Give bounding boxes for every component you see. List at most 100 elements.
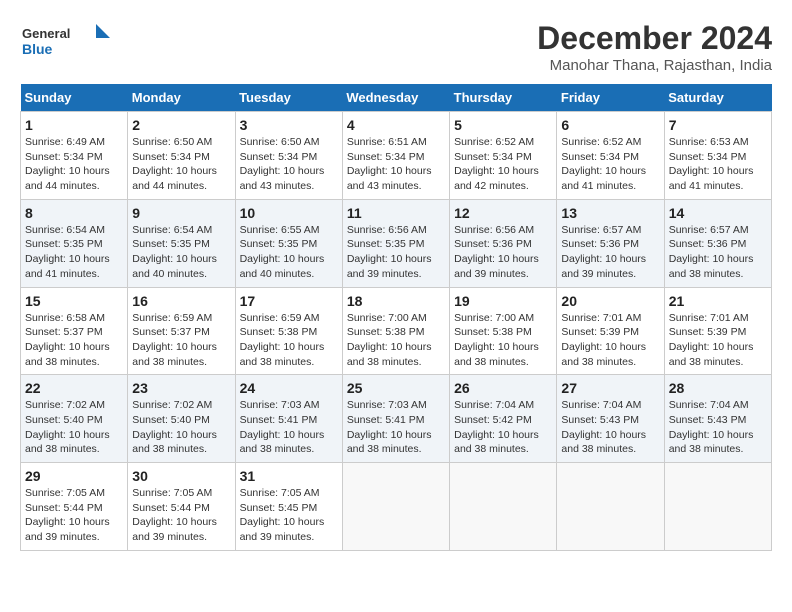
day-number: 13 <box>561 205 659 221</box>
day-number: 21 <box>669 293 767 309</box>
cell-info: Sunrise: 6:53 AMSunset: 5:34 PMDaylight:… <box>669 135 767 194</box>
header-row: Sunday Monday Tuesday Wednesday Thursday… <box>21 84 772 112</box>
day-number: 29 <box>25 468 123 484</box>
calendar-cell: 28 Sunrise: 7:04 AMSunset: 5:43 PMDayligh… <box>664 375 771 463</box>
calendar-cell: 23 Sunrise: 7:02 AMSunset: 5:40 PMDayligh… <box>128 375 235 463</box>
calendar-cell: 13 Sunrise: 6:57 AMSunset: 5:36 PMDayligh… <box>557 199 664 287</box>
header-sunday: Sunday <box>21 84 128 112</box>
location-subtitle: Manohar Thana, Rajasthan, India <box>537 57 772 74</box>
cell-info: Sunrise: 7:00 AMSunset: 5:38 PMDaylight:… <box>347 311 445 370</box>
day-number: 26 <box>454 380 552 396</box>
calendar-week-row: 8 Sunrise: 6:54 AMSunset: 5:35 PMDaylight… <box>21 199 772 287</box>
day-number: 9 <box>132 205 230 221</box>
calendar-cell <box>450 463 557 551</box>
header-saturday: Saturday <box>664 84 771 112</box>
logo: General Blue <box>20 20 110 60</box>
calendar-cell <box>664 463 771 551</box>
cell-info: Sunrise: 6:58 AMSunset: 5:37 PMDaylight:… <box>25 311 123 370</box>
cell-info: Sunrise: 6:52 AMSunset: 5:34 PMDaylight:… <box>561 135 659 194</box>
day-number: 24 <box>240 380 338 396</box>
header-thursday: Thursday <box>450 84 557 112</box>
logo-icon: General Blue <box>20 20 110 60</box>
svg-text:General: General <box>22 26 70 41</box>
day-number: 25 <box>347 380 445 396</box>
day-number: 23 <box>132 380 230 396</box>
day-number: 31 <box>240 468 338 484</box>
cell-info: Sunrise: 7:05 AMSunset: 5:44 PMDaylight:… <box>25 486 123 545</box>
header-tuesday: Tuesday <box>235 84 342 112</box>
day-number: 19 <box>454 293 552 309</box>
cell-info: Sunrise: 7:01 AMSunset: 5:39 PMDaylight:… <box>669 311 767 370</box>
calendar-week-row: 29 Sunrise: 7:05 AMSunset: 5:44 PMDayligh… <box>21 463 772 551</box>
day-number: 30 <box>132 468 230 484</box>
day-number: 8 <box>25 205 123 221</box>
calendar-cell: 26Sunrise: 7:04 AMSunset: 5:42 PMDayligh… <box>450 375 557 463</box>
cell-info: Sunrise: 6:57 AMSunset: 5:36 PMDaylight:… <box>561 223 659 282</box>
header-wednesday: Wednesday <box>342 84 449 112</box>
calendar-cell: 18 Sunrise: 7:00 AMSunset: 5:38 PMDayligh… <box>342 287 449 375</box>
day-number: 28 <box>669 380 767 396</box>
calendar-cell: 24Sunrise: 7:03 AMSunset: 5:41 PMDayligh… <box>235 375 342 463</box>
calendar-cell: 30 Sunrise: 7:05 AMSunset: 5:44 PMDayligh… <box>128 463 235 551</box>
day-number: 18 <box>347 293 445 309</box>
day-number: 12 <box>454 205 552 221</box>
day-number: 22 <box>25 380 123 396</box>
cell-info: Sunrise: 7:03 AMSunset: 5:41 PMDaylight:… <box>347 398 445 457</box>
day-number: 10 <box>240 205 338 221</box>
calendar-week-row: 15Sunrise: 6:58 AMSunset: 5:37 PMDayligh… <box>21 287 772 375</box>
calendar-cell: 2 Sunrise: 6:50 AMSunset: 5:34 PMDaylight… <box>128 112 235 200</box>
header-monday: Monday <box>128 84 235 112</box>
day-number: 16 <box>132 293 230 309</box>
cell-info: Sunrise: 6:56 AMSunset: 5:36 PMDaylight:… <box>454 223 552 282</box>
calendar-cell: 25 Sunrise: 7:03 AMSunset: 5:41 PMDayligh… <box>342 375 449 463</box>
cell-info: Sunrise: 6:59 AMSunset: 5:38 PMDaylight:… <box>240 311 338 370</box>
cell-info: Sunrise: 6:54 AMSunset: 5:35 PMDaylight:… <box>25 223 123 282</box>
day-number: 2 <box>132 117 230 133</box>
cell-info: Sunrise: 6:49 AMSunset: 5:34 PMDaylight:… <box>25 135 123 194</box>
cell-info: Sunrise: 6:59 AMSunset: 5:37 PMDaylight:… <box>132 311 230 370</box>
calendar-header: Sunday Monday Tuesday Wednesday Thursday… <box>21 84 772 112</box>
calendar-cell: 6 Sunrise: 6:52 AMSunset: 5:34 PMDaylight… <box>557 112 664 200</box>
calendar-cell: 9 Sunrise: 6:54 AMSunset: 5:35 PMDaylight… <box>128 199 235 287</box>
calendar-cell: 15Sunrise: 6:58 AMSunset: 5:37 PMDayligh… <box>21 287 128 375</box>
cell-info: Sunrise: 7:04 AMSunset: 5:43 PMDaylight:… <box>561 398 659 457</box>
cell-info: Sunrise: 7:05 AMSunset: 5:44 PMDaylight:… <box>132 486 230 545</box>
calendar-cell: 10 Sunrise: 6:55 AMSunset: 5:35 PMDayligh… <box>235 199 342 287</box>
day-number: 1 <box>25 117 123 133</box>
calendar-cell: 27 Sunrise: 7:04 AMSunset: 5:43 PMDayligh… <box>557 375 664 463</box>
calendar-cell <box>557 463 664 551</box>
calendar-cell <box>342 463 449 551</box>
calendar-cell: 11Sunrise: 6:56 AMSunset: 5:35 PMDayligh… <box>342 199 449 287</box>
cell-info: Sunrise: 7:04 AMSunset: 5:43 PMDaylight:… <box>669 398 767 457</box>
day-number: 14 <box>669 205 767 221</box>
cell-info: Sunrise: 6:54 AMSunset: 5:35 PMDaylight:… <box>132 223 230 282</box>
header-friday: Friday <box>557 84 664 112</box>
calendar-cell: 5Sunrise: 6:52 AMSunset: 5:34 PMDaylight… <box>450 112 557 200</box>
day-number: 20 <box>561 293 659 309</box>
calendar-cell: 29 Sunrise: 7:05 AMSunset: 5:44 PMDayligh… <box>21 463 128 551</box>
calendar-cell: 1 Sunrise: 6:49 AMSunset: 5:34 PMDaylight… <box>21 112 128 200</box>
cell-info: Sunrise: 7:00 AMSunset: 5:38 PMDaylight:… <box>454 311 552 370</box>
calendar-cell: 4Sunrise: 6:51 AMSunset: 5:34 PMDaylight… <box>342 112 449 200</box>
cell-info: Sunrise: 6:55 AMSunset: 5:35 PMDaylight:… <box>240 223 338 282</box>
calendar-cell: 7Sunrise: 6:53 AMSunset: 5:34 PMDaylight… <box>664 112 771 200</box>
calendar-cell: 31Sunrise: 7:05 AMSunset: 5:45 PMDayligh… <box>235 463 342 551</box>
day-number: 27 <box>561 380 659 396</box>
calendar-cell: 14 Sunrise: 6:57 AMSunset: 5:36 PMDayligh… <box>664 199 771 287</box>
day-number: 6 <box>561 117 659 133</box>
calendar-cell: 22Sunrise: 7:02 AMSunset: 5:40 PMDayligh… <box>21 375 128 463</box>
calendar-body: 1 Sunrise: 6:49 AMSunset: 5:34 PMDaylight… <box>21 112 772 551</box>
calendar-cell: 21 Sunrise: 7:01 AMSunset: 5:39 PMDayligh… <box>664 287 771 375</box>
cell-info: Sunrise: 7:01 AMSunset: 5:39 PMDaylight:… <box>561 311 659 370</box>
calendar-cell: 19 Sunrise: 7:00 AMSunset: 5:38 PMDayligh… <box>450 287 557 375</box>
day-number: 4 <box>347 117 445 133</box>
cell-info: Sunrise: 6:50 AMSunset: 5:34 PMDaylight:… <box>132 135 230 194</box>
cell-info: Sunrise: 7:02 AMSunset: 5:40 PMDaylight:… <box>132 398 230 457</box>
calendar-cell: 17Sunrise: 6:59 AMSunset: 5:38 PMDayligh… <box>235 287 342 375</box>
month-title: December 2024 <box>537 20 772 57</box>
cell-info: Sunrise: 6:56 AMSunset: 5:35 PMDaylight:… <box>347 223 445 282</box>
calendar-cell: 8 Sunrise: 6:54 AMSunset: 5:35 PMDaylight… <box>21 199 128 287</box>
cell-info: Sunrise: 6:57 AMSunset: 5:36 PMDaylight:… <box>669 223 767 282</box>
calendar-table: Sunday Monday Tuesday Wednesday Thursday… <box>20 84 772 551</box>
page-header: General Blue December 2024 Manohar Thana… <box>20 20 772 74</box>
